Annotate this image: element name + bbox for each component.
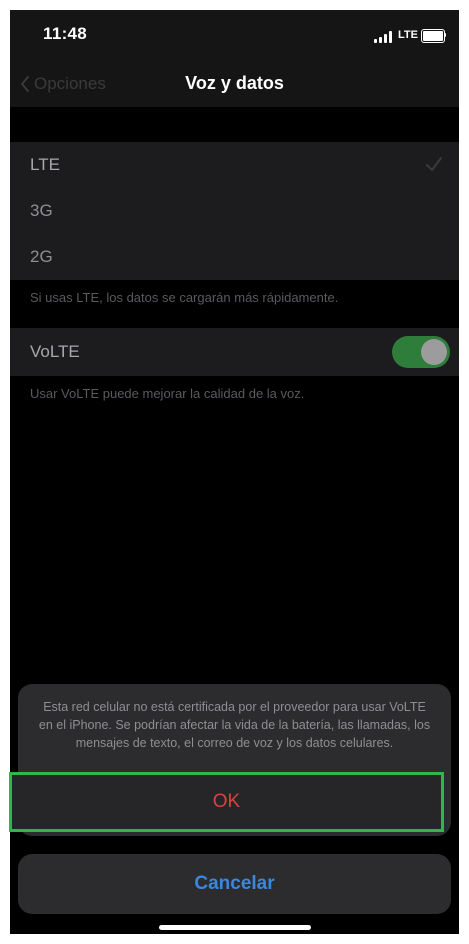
home-indicator <box>159 925 311 930</box>
network-type: LTE <box>398 29 418 41</box>
cancel-button[interactable]: Cancelar <box>18 854 451 914</box>
network-options-group: LTE 3G 2G <box>10 142 459 280</box>
volte-group: VoLTE <box>10 328 459 376</box>
option-lte[interactable]: LTE <box>10 142 459 188</box>
battery-icon <box>421 29 445 43</box>
option-label: LTE <box>30 155 60 174</box>
alert-message: Esta red celular no está certificada por… <box>38 700 431 750</box>
option-label: 2G <box>30 247 53 266</box>
checkmark-icon <box>426 157 442 171</box>
status-time: 11:48 <box>43 24 88 43</box>
ok-button[interactable]: OK <box>9 772 444 832</box>
signal-bars-icon <box>374 31 394 43</box>
volte-label: VoLTE <box>30 342 80 361</box>
navigation-bar: Opciones Voz y datos <box>10 62 459 107</box>
page-title: Voz y datos <box>185 73 284 93</box>
status-bar: 11:48 LTE <box>10 10 459 62</box>
option-2g[interactable]: 2G <box>10 234 459 280</box>
volte-footer-note: Usar VoLTE puede mejorar la calidad de l… <box>30 386 305 401</box>
battery-cap <box>444 33 446 37</box>
toggle-knob <box>421 339 447 365</box>
option-label: 3G <box>30 201 53 220</box>
volte-toggle[interactable] <box>392 336 450 368</box>
option-3g[interactable]: 3G <box>10 188 459 234</box>
network-footer-note: Si usas LTE, los datos se cargarán más r… <box>30 290 339 305</box>
volte-row: VoLTE <box>10 328 459 376</box>
